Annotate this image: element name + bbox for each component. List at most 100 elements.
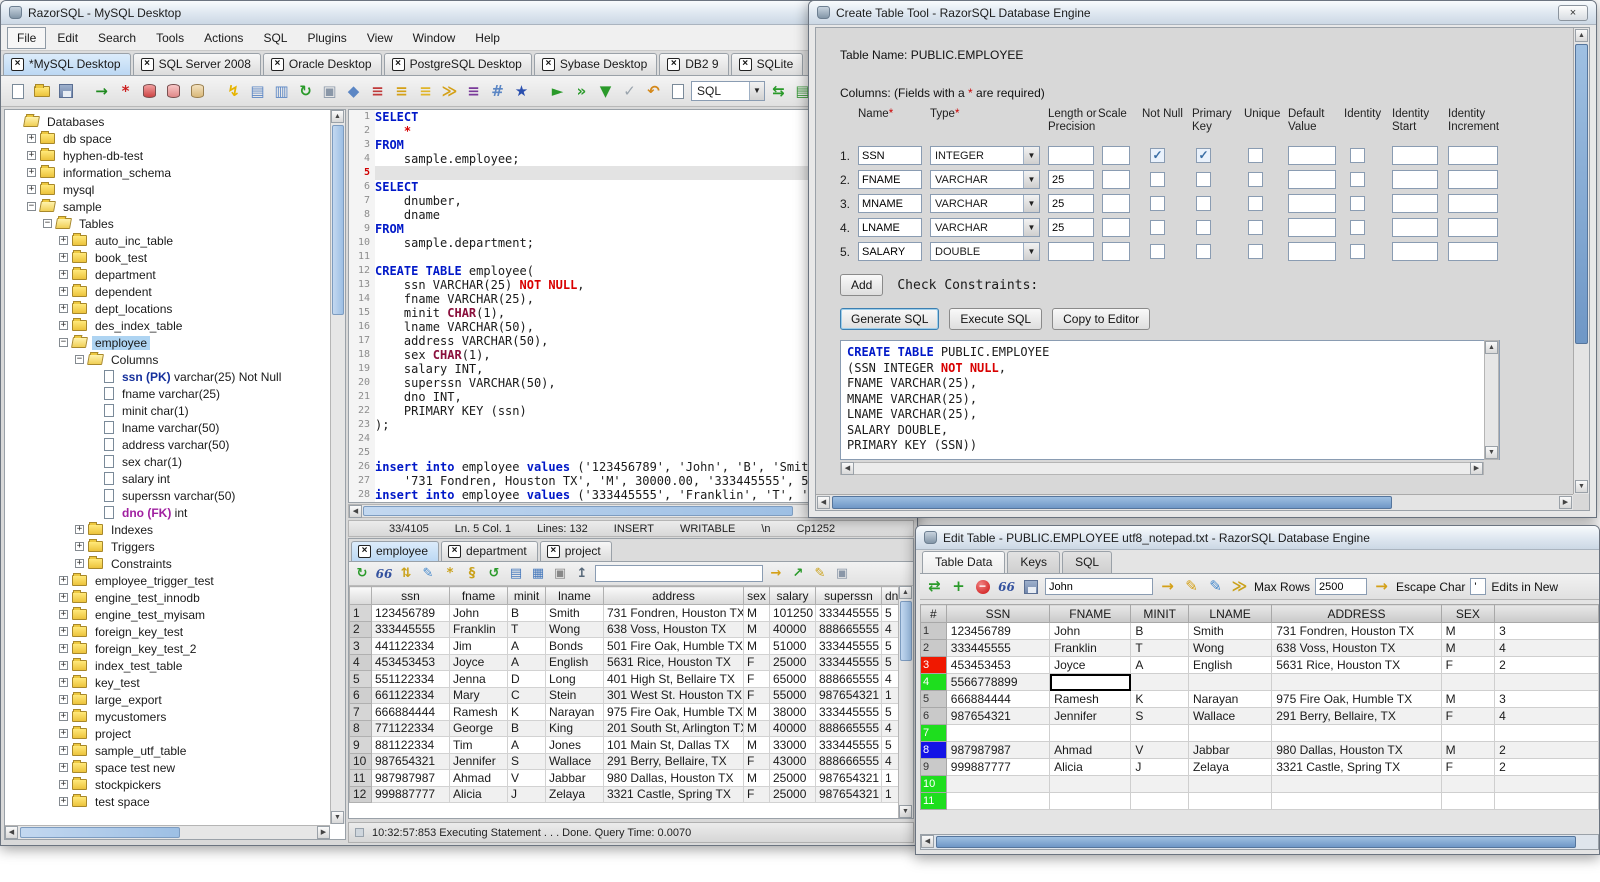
favorites-icon[interactable]: ★ bbox=[511, 81, 532, 102]
cell[interactable]: 55000 bbox=[769, 686, 816, 704]
edit-icon[interactable]: ✎ bbox=[419, 565, 437, 583]
go-icon[interactable]: → bbox=[767, 565, 785, 583]
close-tab-icon[interactable]: × bbox=[11, 57, 24, 71]
cell[interactable] bbox=[1187, 775, 1273, 793]
cell[interactable]: 333445555 bbox=[815, 653, 882, 671]
cell[interactable]: F bbox=[1440, 656, 1496, 674]
tree-item[interactable]: salary int bbox=[6, 470, 329, 487]
tree-hscrollbar[interactable]: ◀ ▶ bbox=[5, 825, 330, 839]
tree-item[interactable]: + book_test bbox=[6, 249, 329, 266]
result-tab-department[interactable]: × department bbox=[441, 541, 538, 561]
cell[interactable]: Zelaya bbox=[1187, 758, 1273, 776]
column-header-address[interactable]: address bbox=[603, 586, 744, 605]
cell[interactable]: 333445555 bbox=[371, 620, 450, 638]
edit-hscrollbar[interactable]: ◀ bbox=[920, 834, 1599, 850]
align-icon[interactable]: ≡ bbox=[415, 81, 436, 102]
table-row[interactable]: 4 5566778899 bbox=[920, 673, 1599, 691]
expand-icon[interactable]: + bbox=[59, 610, 68, 619]
tree-item[interactable]: − Tables bbox=[6, 215, 329, 232]
cell[interactable]: Alicia bbox=[1049, 758, 1132, 776]
edit-hscroll-thumb[interactable] bbox=[936, 836, 1576, 848]
menu-tools[interactable]: Tools bbox=[147, 28, 193, 48]
cell[interactable]: M bbox=[743, 736, 770, 754]
identity-start-input[interactable] bbox=[1392, 242, 1438, 261]
filter-icon[interactable]: ≫ bbox=[1230, 577, 1249, 596]
cell[interactable]: 333445555 bbox=[815, 604, 882, 622]
column-type-select[interactable]: DOUBLE ▼ bbox=[930, 242, 1040, 261]
close-tab-icon[interactable]: × bbox=[667, 57, 681, 71]
cell[interactable]: 731 Fondren, Houston TX bbox=[1271, 622, 1442, 640]
cell[interactable]: F bbox=[1440, 758, 1496, 776]
cell[interactable] bbox=[1271, 724, 1442, 742]
cell[interactable]: 980 Dallas, Houston TX bbox=[603, 769, 744, 787]
cell[interactable]: 881122334 bbox=[371, 736, 450, 754]
edit-table-icon[interactable]: ≡ bbox=[391, 81, 412, 102]
table-row[interactable]: 2 333445555 Franklin T Wong 638 Voss, Houston… bbox=[920, 639, 1599, 657]
menu-search[interactable]: Search bbox=[89, 28, 145, 48]
refresh-db-icon[interactable]: ↺ bbox=[485, 565, 503, 583]
column-name-input[interactable] bbox=[858, 242, 922, 261]
generate-sql-button[interactable]: Generate SQL bbox=[840, 308, 940, 330]
cell[interactable]: Jennifer bbox=[449, 752, 508, 770]
column-header-SSN[interactable]: SSN bbox=[945, 604, 1051, 623]
cell[interactable] bbox=[1271, 792, 1442, 810]
default-value-input[interactable] bbox=[1288, 242, 1336, 261]
connections-icon[interactable] bbox=[139, 81, 160, 102]
cell[interactable] bbox=[1440, 792, 1496, 810]
table-row[interactable]: 5 551122334 Jenna D Long 401 High St, Bellair… bbox=[349, 670, 906, 688]
tree-item[interactable]: + engine_test_myisam bbox=[6, 606, 329, 623]
cell[interactable]: 101250 bbox=[769, 604, 816, 622]
cell[interactable] bbox=[1130, 724, 1189, 742]
cell[interactable]: 38000 bbox=[769, 703, 816, 721]
key-icon[interactable]: * bbox=[441, 565, 459, 583]
unique-checkbox[interactable] bbox=[1248, 220, 1263, 235]
scale-input[interactable] bbox=[1102, 218, 1130, 237]
table-row[interactable]: 1 123456789 John B Smith 731 Fondren, Houston… bbox=[349, 604, 906, 622]
scroll-down-icon[interactable]: ▼ bbox=[1485, 446, 1498, 459]
create-table-titlebar[interactable]: Create Table Tool - RazorSQL Database En… bbox=[809, 1, 1596, 25]
table-row[interactable]: 1 123456789 John B Smith 731 Fondren, Houston… bbox=[920, 622, 1599, 640]
cell[interactable]: Wong bbox=[1187, 639, 1273, 657]
cell[interactable] bbox=[945, 792, 1051, 810]
results-vscrollbar[interactable]: ▲ ▼ bbox=[898, 586, 913, 818]
scroll-left-icon[interactable]: ◀ bbox=[5, 826, 18, 839]
tree-item[interactable]: + index_test_table bbox=[6, 657, 329, 674]
cell[interactable]: Ahmad bbox=[449, 769, 508, 787]
tab-table-data[interactable]: Table Data bbox=[922, 551, 1006, 573]
cell[interactable]: 2 bbox=[1494, 758, 1599, 776]
primary-key-checkbox[interactable]: ✓ bbox=[1196, 148, 1211, 163]
menu-plugins[interactable]: Plugins bbox=[298, 28, 355, 48]
scale-input[interactable] bbox=[1102, 242, 1130, 261]
cell[interactable]: M bbox=[743, 769, 770, 787]
cell[interactable]: Smith bbox=[1187, 622, 1273, 640]
cell[interactable]: M bbox=[1440, 690, 1496, 708]
cell[interactable] bbox=[1130, 775, 1189, 793]
expand-icon[interactable]: + bbox=[59, 321, 68, 330]
close-tab-icon[interactable]: × bbox=[448, 544, 462, 558]
cell[interactable]: 999887777 bbox=[945, 758, 1051, 776]
add-column-button[interactable]: Add bbox=[840, 274, 884, 296]
cell[interactable]: 123456789 bbox=[371, 604, 450, 622]
column-type-select[interactable]: VARCHAR ▼ bbox=[930, 194, 1040, 213]
cell[interactable]: Franklin bbox=[1049, 639, 1132, 657]
cell[interactable]: 987987987 bbox=[945, 741, 1051, 759]
cell[interactable]: 4 bbox=[1494, 639, 1599, 657]
window-hscrollbar[interactable]: ◀ ▶ bbox=[816, 494, 1573, 510]
cell[interactable]: George bbox=[449, 719, 508, 737]
identity-checkbox[interactable] bbox=[1350, 196, 1365, 211]
length-input[interactable] bbox=[1048, 242, 1094, 261]
cell[interactable]: 123456789 bbox=[945, 622, 1051, 640]
default-value-input[interactable] bbox=[1288, 170, 1336, 189]
table-row[interactable]: 3 453453453 Joyce A English 5631 Rice, Housto… bbox=[920, 656, 1599, 674]
cell[interactable] bbox=[1494, 724, 1599, 742]
connection-tab[interactable]: × PostgreSQL Desktop bbox=[383, 53, 532, 75]
scroll-up-icon[interactable]: ▲ bbox=[1485, 341, 1498, 354]
sql-mode-dropdown[interactable]: SQL ▼ bbox=[691, 81, 765, 101]
cell[interactable] bbox=[1130, 792, 1189, 810]
length-input[interactable] bbox=[1048, 170, 1094, 189]
cell[interactable]: K bbox=[507, 703, 546, 721]
identity-checkbox[interactable] bbox=[1350, 244, 1365, 259]
collapse-icon[interactable]: − bbox=[43, 219, 52, 228]
column-name-input[interactable] bbox=[858, 218, 922, 237]
scroll-left-icon[interactable]: ◀ bbox=[817, 496, 830, 509]
